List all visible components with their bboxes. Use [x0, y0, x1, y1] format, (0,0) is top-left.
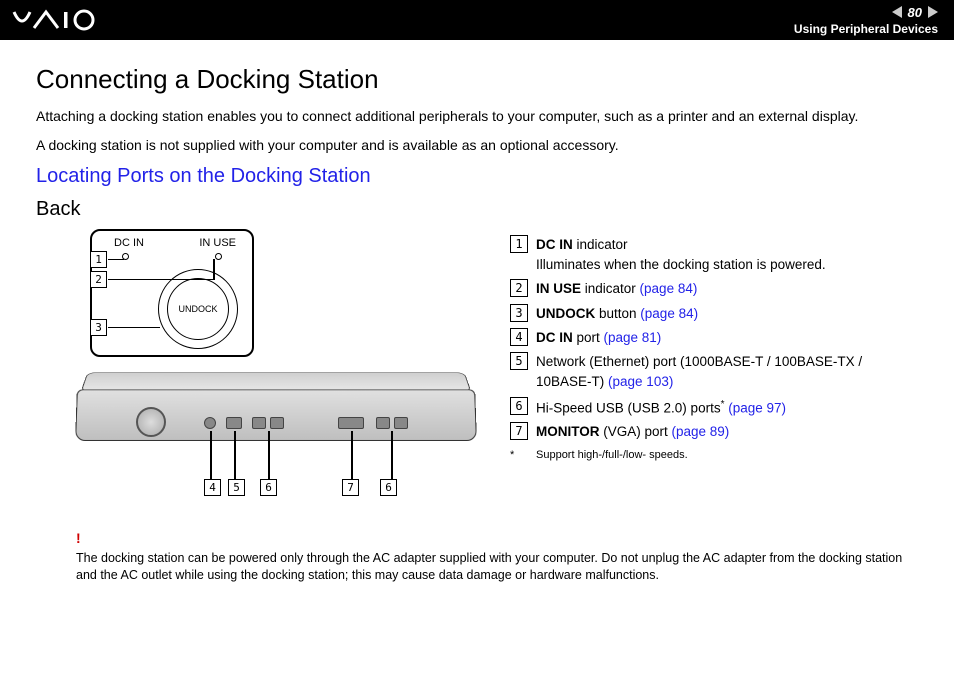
dock-body	[75, 389, 477, 441]
vaio-logo	[12, 8, 102, 32]
subheading-locating-ports: Locating Ports on the Docking Station	[36, 165, 918, 188]
callout-3: 3	[90, 319, 107, 336]
dock-rear-view	[76, 361, 476, 471]
warning-text: The docking station can be powered only …	[76, 550, 918, 584]
callout-6: 6	[260, 479, 277, 496]
legend-item-4: 4 DC IN port (page 81)	[510, 328, 918, 348]
leader-line	[234, 431, 236, 479]
leader-line	[108, 259, 124, 261]
warning-icon: !	[76, 529, 918, 548]
prev-page-icon[interactable]	[892, 6, 902, 18]
callout-5: 5	[228, 479, 245, 496]
legend-num: 5	[510, 352, 528, 370]
legend-text: Hi-Speed USB (USB 2.0) ports* (page 97)	[536, 397, 918, 419]
legend-num: 4	[510, 328, 528, 346]
page-link[interactable]: (page 103)	[608, 374, 673, 389]
legend-num: 1	[510, 235, 528, 253]
usb-port-icon	[394, 417, 408, 429]
legend-text: IN USE indicator (page 84)	[536, 279, 918, 299]
legend-column: 1 DC IN indicator Illuminates when the d…	[510, 229, 918, 509]
leader-line	[351, 431, 353, 479]
legend-text: DC IN indicator Illuminates when the doc…	[536, 235, 918, 276]
in-use-indicator-icon	[215, 253, 222, 260]
legend-item-6: 6 Hi-Speed USB (USB 2.0) ports* (page 97…	[510, 397, 918, 419]
vga-port-icon	[338, 417, 364, 429]
undock-button-label: UNDOCK	[167, 278, 229, 340]
leader-line	[213, 259, 215, 280]
label-dc-in: DC IN	[114, 237, 144, 249]
dock-ring-icon	[136, 407, 166, 437]
callout-1: 1	[90, 251, 107, 268]
footnote-text: Support high-/full-/low- speeds.	[536, 447, 688, 464]
page-link[interactable]: (page 84)	[640, 281, 698, 296]
legend-num: 3	[510, 304, 528, 322]
page-number: 80	[908, 5, 922, 20]
legend-num: 7	[510, 422, 528, 440]
callout-4: 4	[204, 479, 221, 496]
legend-item-1: 1 DC IN indicator Illuminates when the d…	[510, 235, 918, 276]
legend-text: DC IN port (page 81)	[536, 328, 918, 348]
legend-text: MONITOR (VGA) port (page 89)	[536, 422, 918, 442]
next-page-icon[interactable]	[928, 6, 938, 18]
callout-7: 7	[342, 479, 359, 496]
callout-2: 2	[90, 271, 107, 288]
leader-line	[391, 431, 393, 479]
intro-p1: Attaching a docking station enables you …	[36, 107, 918, 126]
page-header: 80 Using Peripheral Devices	[0, 0, 954, 40]
diagram-column: DC IN IN USE UNDOCK 1 2 3	[36, 229, 486, 509]
leader-line	[108, 327, 160, 329]
legend-text: UNDOCK button (page 84)	[536, 304, 918, 324]
subheading-back: Back	[36, 198, 918, 221]
legend-footnote: * Support high-/full-/low- speeds.	[510, 447, 918, 464]
page-link[interactable]: (page 84)	[640, 306, 698, 321]
legend-item-7: 7 MONITOR (VGA) port (page 89)	[510, 422, 918, 442]
docking-station-diagram: DC IN IN USE UNDOCK 1 2 3	[66, 229, 486, 509]
dc-in-port-icon	[204, 417, 216, 429]
leader-line	[108, 279, 213, 281]
diagram-and-legend: DC IN IN USE UNDOCK 1 2 3	[36, 229, 918, 509]
leader-line	[268, 431, 270, 479]
page-link[interactable]: (page 89)	[672, 424, 730, 439]
page-nav: 80	[794, 5, 938, 20]
undock-button-outer: UNDOCK	[158, 269, 238, 349]
legend-num: 6	[510, 397, 528, 415]
legend-text: Network (Ethernet) port (1000BASE-T / 10…	[536, 352, 918, 393]
header-right: 80 Using Peripheral Devices	[794, 5, 938, 36]
vaio-logo-icon	[12, 8, 102, 32]
page-link[interactable]: (page 81)	[604, 330, 662, 345]
callout-6: 6	[380, 479, 397, 496]
page-link[interactable]: (page 97)	[728, 400, 786, 415]
intro-p2: A docking station is not supplied with y…	[36, 136, 918, 155]
usb-port-icon	[270, 417, 284, 429]
usb-port-icon	[252, 417, 266, 429]
page-title: Connecting a Docking Station	[36, 64, 918, 95]
legend-item-2: 2 IN USE indicator (page 84)	[510, 279, 918, 299]
warning-note: ! The docking station can be powered onl…	[36, 529, 918, 584]
page-content: Connecting a Docking Station Attaching a…	[0, 40, 954, 593]
usb-port-icon	[376, 417, 390, 429]
bottom-callouts: 4 5 6 7 6	[76, 479, 476, 507]
ethernet-port-icon	[226, 417, 242, 429]
footnote-mark: *	[510, 447, 536, 464]
dock-top-panel: DC IN IN USE UNDOCK 1 2 3	[90, 229, 254, 357]
legend-num: 2	[510, 279, 528, 297]
leader-line	[210, 431, 212, 479]
label-in-use: IN USE	[199, 237, 236, 249]
legend-item-3: 3 UNDOCK button (page 84)	[510, 304, 918, 324]
intro-text: Attaching a docking station enables you …	[36, 107, 918, 155]
legend-item-5: 5 Network (Ethernet) port (1000BASE-T / …	[510, 352, 918, 393]
section-title: Using Peripheral Devices	[794, 22, 938, 36]
